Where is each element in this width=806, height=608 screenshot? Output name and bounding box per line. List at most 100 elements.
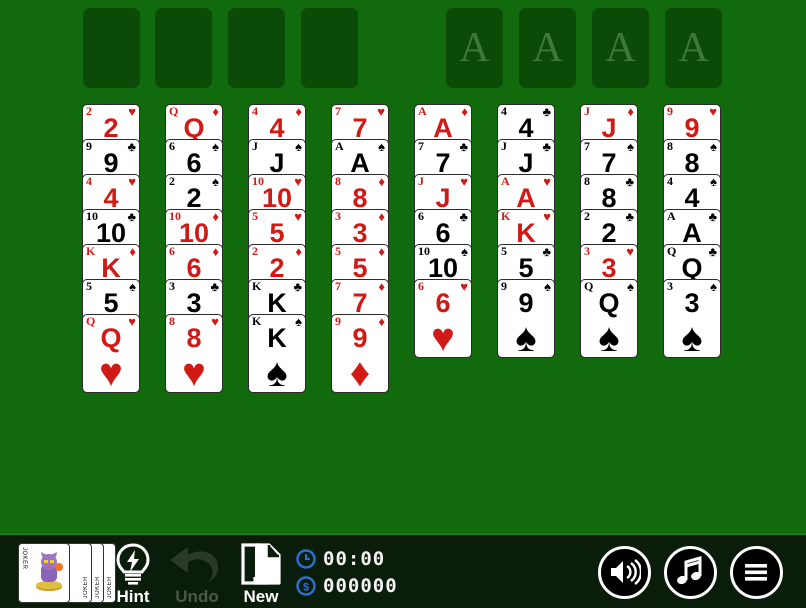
score-value: 000000 <box>323 575 398 597</box>
card-rank-large: 6 <box>186 253 202 283</box>
card-suit-large: ♠ <box>598 316 620 358</box>
free-cell-3[interactable] <box>228 8 285 88</box>
card-rank-large: 5 <box>352 253 368 283</box>
card-rank-large: Q <box>681 253 703 283</box>
free-cell-1[interactable] <box>83 8 140 88</box>
card-rank-large: K <box>267 288 287 318</box>
card-rank-large: 6 <box>435 288 451 318</box>
hint-button[interactable]: Hint <box>101 541 165 607</box>
card-rank-large: 10 <box>261 183 293 213</box>
tableau-column-6[interactable]: 4 ♣ 4 J ♣ J A ♥ A K ♥ K 5 ♣ 5 9 ♠ 9 ♠ <box>497 104 555 358</box>
card-8-hearts[interactable]: 8 ♥ 8 ♥ <box>165 314 223 393</box>
card-Q-hearts[interactable]: Q ♥ Q ♥ <box>82 314 140 393</box>
card-Q-spades[interactable]: Q ♠ Q ♠ <box>580 279 638 358</box>
card-rank-large: 8 <box>186 323 202 353</box>
card-suit-large: ♠ <box>266 351 288 393</box>
card-rank-large: 10 <box>427 253 459 283</box>
foundation-2[interactable]: A <box>519 8 576 88</box>
new-game-button[interactable]: New <box>229 541 293 607</box>
card-rank-large: 5 <box>103 288 119 318</box>
card-rank-large: 9 <box>518 288 534 318</box>
foundation-4[interactable]: A <box>665 8 722 88</box>
tableau-column-8[interactable]: 9 ♥ 9 8 ♠ 8 4 ♠ 4 A ♣ A Q ♣ Q 3 ♠ 3 ♠ <box>663 104 721 358</box>
tableau-column-7[interactable]: J ♦ J 7 ♠ 7 8 ♣ 8 2 ♣ 2 3 ♥ 3 Q ♠ Q ♠ <box>580 104 638 358</box>
foundation-ace-placeholder: A <box>532 25 563 71</box>
card-rank-large: 6 <box>435 218 451 248</box>
card-rank-large: 8 <box>601 183 617 213</box>
svg-text:$: $ <box>303 582 309 594</box>
card-rank-large: 5 <box>269 218 285 248</box>
card-suit-large: ♥ <box>99 351 123 393</box>
card-rank-large: 2 <box>269 253 285 283</box>
new-pages-icon <box>229 543 293 585</box>
card-rank-large: Q <box>183 113 205 143</box>
card-3-spades[interactable]: 3 ♠ 3 ♠ <box>663 279 721 358</box>
card-rank-large: 4 <box>684 183 700 213</box>
new-game-label: New <box>243 587 279 606</box>
card-rank-large: 2 <box>186 183 202 213</box>
card-suit-large: ♥ <box>182 351 206 393</box>
bottom-toolbar: JOKER JOKER JOKER JOKER Hint Undo New 00… <box>0 533 806 608</box>
game-board: A A A A 2 ♥ 2 9 ♣ 9 4 ♥ 4 10 ♣ 10 K ♦ K 5 ♠ 5 Q ♥ Q ♥ Q ♦ Q 6 ♠ 6 2 ♠… <box>0 0 806 608</box>
foundation-ace-placeholder: A <box>605 25 636 71</box>
music-note-icon <box>677 556 702 585</box>
card-rank-large: 9 <box>352 323 368 353</box>
joker-label: JOKER <box>21 547 27 570</box>
card-9-diamonds[interactable]: 9 ♦ 9 ♦ <box>331 314 389 393</box>
tableau-column-3[interactable]: 4 ♦ 4 J ♠ J 10 ♥ 10 5 ♥ 5 2 ♦ 2 K ♣ K K ♠ K ♠ <box>248 104 306 393</box>
card-rank-large: 7 <box>352 113 368 143</box>
card-suit-large: ♠ <box>681 316 703 358</box>
foundation-3[interactable]: A <box>592 8 649 88</box>
free-cell-2[interactable] <box>155 8 212 88</box>
card-rank-large: K <box>101 253 121 283</box>
joker-label: JOKER <box>83 576 89 599</box>
foundation-1[interactable]: A <box>446 8 503 88</box>
sound-button[interactable] <box>598 546 651 599</box>
card-rank-large: K <box>267 323 287 353</box>
foundation-ace-placeholder: A <box>678 25 709 71</box>
deck-stack[interactable]: JOKER JOKER JOKER JOKER <box>18 543 116 603</box>
card-rank-large: 2 <box>103 113 119 143</box>
clock-icon <box>296 549 316 569</box>
card-rank-large: 5 <box>518 253 534 283</box>
stats-panel: 00:00 $ 000000 <box>296 547 398 601</box>
card-K-spades[interactable]: K ♠ K ♠ <box>248 314 306 393</box>
speaker-icon <box>611 559 643 585</box>
card-6-hearts[interactable]: 6 ♥ 6 ♥ <box>414 279 472 358</box>
tableau-column-4[interactable]: 7 ♥ 7 A ♠ A 8 ♦ 8 3 ♦ 3 5 ♦ 5 7 ♦ 7 9 ♦ 9 ♦ <box>331 104 389 393</box>
undo-button[interactable]: Undo <box>165 541 229 607</box>
card-rank-large: 3 <box>601 253 617 283</box>
free-cell-4[interactable] <box>301 8 358 88</box>
card-rank-large: J <box>518 148 534 178</box>
foundation-ace-placeholder: A <box>459 25 490 71</box>
tableau-column-2[interactable]: Q ♦ Q 6 ♠ 6 2 ♠ 2 10 ♦ 10 6 ♦ 6 3 ♣ 3 8 ♥ 8 ♥ <box>165 104 223 393</box>
menu-button[interactable] <box>730 546 783 599</box>
music-button[interactable] <box>664 546 717 599</box>
undo-label: Undo <box>175 587 219 606</box>
card-rank-large: K <box>516 218 536 248</box>
card-rank-large: A <box>433 113 453 143</box>
card-rank-large: A <box>516 183 536 213</box>
timer-value: 00:00 <box>323 548 386 570</box>
card-rank-large: 9 <box>684 113 700 143</box>
hamburger-menu-icon <box>745 564 767 581</box>
tableau-column-5[interactable]: A ♦ A 7 ♣ 7 J ♥ J 6 ♣ 6 10 ♠ 10 6 ♥ 6 ♥ <box>414 104 472 358</box>
card-rank-large: J <box>601 113 617 143</box>
card-rank-large: 9 <box>103 148 119 178</box>
card-suit-large: ♥ <box>431 316 455 358</box>
card-rank-large: A <box>682 218 702 248</box>
card-suit-large: ♠ <box>515 316 537 358</box>
card-rank-large: 6 <box>186 148 202 178</box>
card-rank-large: Q <box>100 323 122 353</box>
card-rank-large: 3 <box>186 288 202 318</box>
card-rank-large: 7 <box>601 148 617 178</box>
joker-cat-icon <box>36 552 63 591</box>
card-9-spades[interactable]: 9 ♠ 9 ♠ <box>497 279 555 358</box>
card-rank-large: 10 <box>95 218 127 248</box>
card-rank-large: A <box>350 148 370 178</box>
card-suit-large: ♦ <box>349 351 371 393</box>
joker-card-front[interactable]: JOKER <box>18 543 70 603</box>
tableau-column-1[interactable]: 2 ♥ 2 9 ♣ 9 4 ♥ 4 10 ♣ 10 K ♦ K 5 ♠ 5 Q ♥ Q ♥ <box>82 104 140 393</box>
lightbulb-icon <box>101 543 165 585</box>
card-rank-large: 7 <box>435 148 451 178</box>
